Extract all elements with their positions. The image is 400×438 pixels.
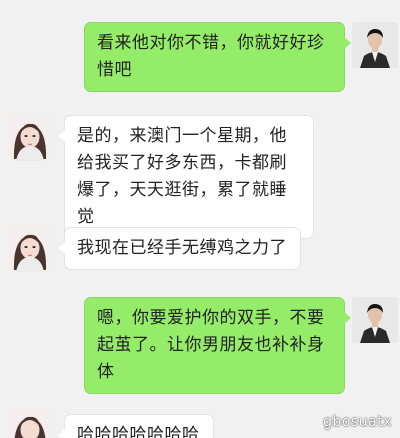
- message-bubble-received[interactable]: 哈哈哈哈哈哈哈: [58, 414, 214, 438]
- self-avatar[interactable]: [352, 297, 398, 343]
- watermark: gbosuatx: [323, 414, 392, 430]
- message-text: 我现在已经手无缚鸡之力了: [77, 238, 287, 258]
- message-text: 嗯，你要爱护你的双手，不要起茧了。让你男朋友也补补身体: [97, 308, 325, 382]
- contact-avatar[interactable]: [7, 408, 53, 438]
- contact-avatar[interactable]: [7, 115, 53, 161]
- chat-window: 看来他对你不错，你就好好珍惜吧 是的，来澳门一个星期，他给我买了好多东西，卡都刷…: [0, 0, 400, 438]
- contact-avatar[interactable]: [7, 226, 53, 272]
- self-avatar[interactable]: [352, 22, 398, 68]
- message-bubble-sent[interactable]: 嗯，你要爱护你的双手，不要起茧了。让你男朋友也补补身体: [84, 297, 351, 394]
- female-avatar-icon: [7, 115, 53, 161]
- message-text: 哈哈哈哈哈哈哈: [77, 425, 200, 438]
- male-avatar-icon: [352, 22, 398, 68]
- message-text: 看来他对你不错，你就好好珍惜吧: [97, 33, 325, 80]
- message-bubble-received[interactable]: 我现在已经手无缚鸡之力了: [58, 227, 301, 270]
- message-bubble-received[interactable]: 是的，来澳门一个星期，他给我买了好多东西，卡都刷爆了，天天逛街，累了就睡觉: [58, 115, 314, 239]
- message-text: 是的，来澳门一个星期，他给我买了好多东西，卡都刷爆了，天天逛街，累了就睡觉: [77, 126, 287, 227]
- male-avatar-icon: [352, 297, 398, 343]
- female-avatar-icon: [7, 408, 53, 438]
- female-avatar-icon: [7, 226, 53, 272]
- message-bubble-sent[interactable]: 看来他对你不错，你就好好珍惜吧: [84, 22, 351, 92]
